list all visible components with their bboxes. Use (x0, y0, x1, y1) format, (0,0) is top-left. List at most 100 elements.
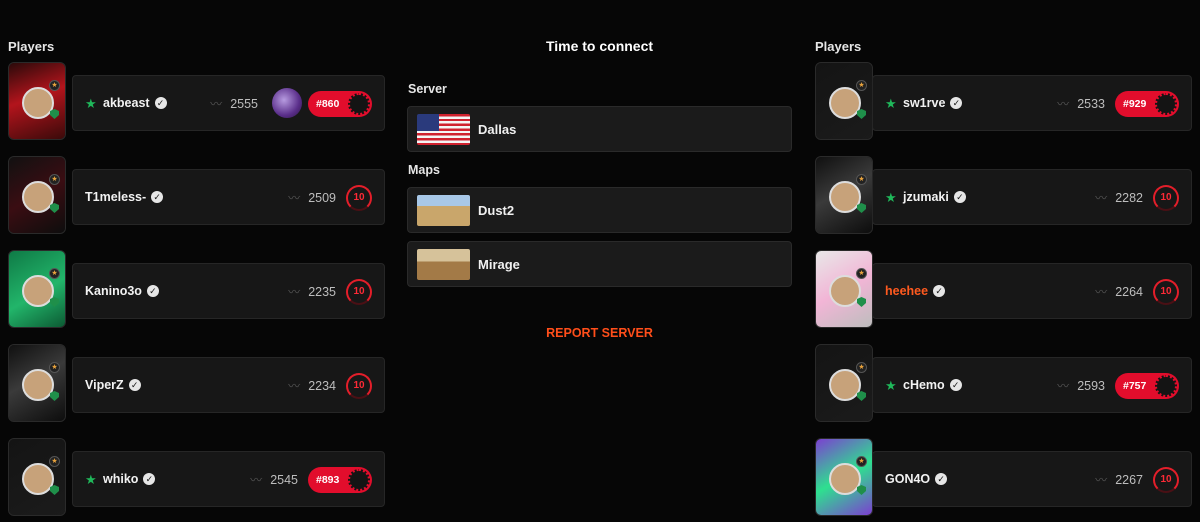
trend-icon: 〰 (1095, 191, 1108, 205)
party-badge-icon: ★ (49, 80, 60, 91)
player-name-group: heehee ✓ (885, 284, 946, 298)
elo-group: 〰 2234 (288, 377, 336, 394)
player-avatar[interactable]: ★ (8, 344, 66, 422)
player-elo: 2235 (308, 284, 336, 299)
avatar-face (22, 369, 54, 401)
us-flag-icon (417, 114, 470, 145)
player-row[interactable]: ★ Kanino3o ✓ 〰 2235 10 (8, 250, 393, 328)
level-badge-icon: 10 (346, 373, 372, 399)
avatar-face (829, 181, 861, 213)
avatar-face (22, 275, 54, 307)
player-name[interactable]: Kanino3o (85, 284, 142, 298)
player-avatar[interactable]: ★ (815, 62, 873, 140)
server-option[interactable]: Dallas (407, 106, 792, 152)
player-row[interactable]: ★ T1meless- ✓ 〰 2509 10 (8, 156, 393, 234)
map-option-mirage[interactable]: Mirage (407, 241, 792, 287)
player-row[interactable]: ★ ★ sw1rve ✓ 〰 2533 #929 (815, 62, 1200, 140)
achievement-avatar-icon (272, 88, 302, 118)
player-name[interactable]: T1meless- (85, 190, 146, 204)
verified-icon: ✓ (949, 379, 962, 391)
avatar-face (22, 181, 54, 213)
verified-icon: ✓ (143, 473, 156, 485)
player-row[interactable]: ★ ViperZ ✓ 〰 2234 10 (8, 344, 393, 422)
rank-number: #860 (316, 98, 340, 110)
rank-badge: #860 (308, 91, 372, 117)
player-bar: ★ jzumaki ✓ 〰 2282 10 (872, 169, 1192, 225)
player-name[interactable]: whiko (103, 472, 138, 486)
player-elo: 2555 (230, 96, 258, 111)
elo-group: 〰 2235 (288, 283, 336, 300)
trend-icon: 〰 (1057, 97, 1070, 111)
star-icon: ★ (885, 377, 897, 393)
trend-icon: 〰 (1095, 473, 1108, 487)
player-name[interactable]: jzumaki (903, 190, 949, 204)
player-name[interactable]: ViperZ (85, 378, 124, 392)
player-avatar[interactable]: ★ (8, 250, 66, 328)
player-name[interactable]: akbeast (103, 96, 150, 110)
player-row[interactable]: ★ ★ cHemo ✓ 〰 2593 #757 (815, 344, 1200, 422)
party-badge-icon: ★ (856, 80, 867, 91)
player-avatar[interactable]: ★ (8, 62, 66, 140)
player-name-group: Kanino3o ✓ (85, 284, 159, 298)
level-badge-icon: 10 (1153, 185, 1179, 211)
level-badge-icon: 10 (1153, 467, 1179, 493)
player-name[interactable]: GON4O (885, 472, 930, 486)
party-badge-icon: ★ (856, 362, 867, 373)
player-bar: ★ sw1rve ✓ 〰 2533 #929 (872, 75, 1192, 131)
player-bar: ★ cHemo ✓ 〰 2593 #757 (872, 357, 1192, 413)
trend-icon: 〰 (1095, 285, 1108, 299)
rank-number: #929 (1123, 98, 1147, 110)
player-avatar[interactable]: ★ (815, 438, 873, 516)
right-players-title: Players (815, 39, 862, 54)
party-badge-icon: ★ (49, 362, 60, 373)
avatar-face (829, 463, 861, 495)
party-badge-icon: ★ (49, 456, 60, 467)
player-name[interactable]: heehee (885, 284, 928, 298)
player-avatar[interactable]: ★ (8, 156, 66, 234)
elo-group: 〰 2593 (1057, 377, 1105, 394)
player-avatar[interactable]: ★ (815, 250, 873, 328)
level-dial-icon (1155, 93, 1177, 115)
trend-icon: 〰 (288, 285, 301, 299)
player-row[interactable]: ★ GON4O ✓ 〰 2267 10 (815, 438, 1200, 516)
level-dial-icon (348, 469, 370, 491)
avatar-face (829, 369, 861, 401)
player-bar: heehee ✓ 〰 2264 10 (872, 263, 1192, 319)
player-name-group: ViperZ ✓ (85, 378, 141, 392)
rank-badge: #893 (308, 467, 372, 493)
player-name-group: T1meless- ✓ (85, 190, 164, 204)
player-avatar[interactable]: ★ (8, 438, 66, 516)
verified-icon: ✓ (953, 191, 966, 203)
rank-number: #757 (1123, 380, 1147, 392)
player-row[interactable]: ★ ★ akbeast ✓ 〰 2555 #860 (8, 62, 393, 140)
verified-icon: ✓ (154, 97, 167, 109)
player-avatar[interactable]: ★ (815, 156, 873, 234)
star-icon: ★ (885, 95, 897, 111)
mirage-thumb (417, 249, 470, 280)
player-elo: 2509 (308, 190, 336, 205)
map-name: Mirage (478, 257, 520, 272)
player-row[interactable]: ★ heehee ✓ 〰 2264 10 (815, 250, 1200, 328)
rank-number: #893 (316, 474, 340, 486)
party-badge-icon: ★ (856, 268, 867, 279)
player-bar: ★ whiko ✓ 〰 2545 #893 (72, 451, 385, 507)
party-badge-icon: ★ (856, 456, 867, 467)
trend-icon: 〰 (1057, 379, 1070, 393)
report-server-button[interactable]: REPORT SERVER (407, 326, 792, 340)
player-name-group: ★ cHemo ✓ (885, 378, 962, 392)
player-bar: GON4O ✓ 〰 2267 10 (872, 451, 1192, 507)
player-bar: T1meless- ✓ 〰 2509 10 (72, 169, 385, 225)
rank-badge: #929 (1115, 91, 1179, 117)
player-elo: 2264 (1115, 284, 1143, 299)
level-badge-icon: 10 (346, 279, 372, 305)
player-elo: 2545 (270, 472, 298, 487)
player-name-group: ★ whiko ✓ (85, 472, 156, 486)
level-badge-icon: 10 (1153, 279, 1179, 305)
player-name[interactable]: cHemo (903, 378, 945, 392)
player-name[interactable]: sw1rve (903, 96, 945, 110)
player-row[interactable]: ★ ★ jzumaki ✓ 〰 2282 10 (815, 156, 1200, 234)
trend-icon: 〰 (210, 97, 223, 111)
player-avatar[interactable]: ★ (815, 344, 873, 422)
map-option-dust2[interactable]: Dust2 (407, 187, 792, 233)
player-row[interactable]: ★ ★ whiko ✓ 〰 2545 #893 (8, 438, 393, 516)
